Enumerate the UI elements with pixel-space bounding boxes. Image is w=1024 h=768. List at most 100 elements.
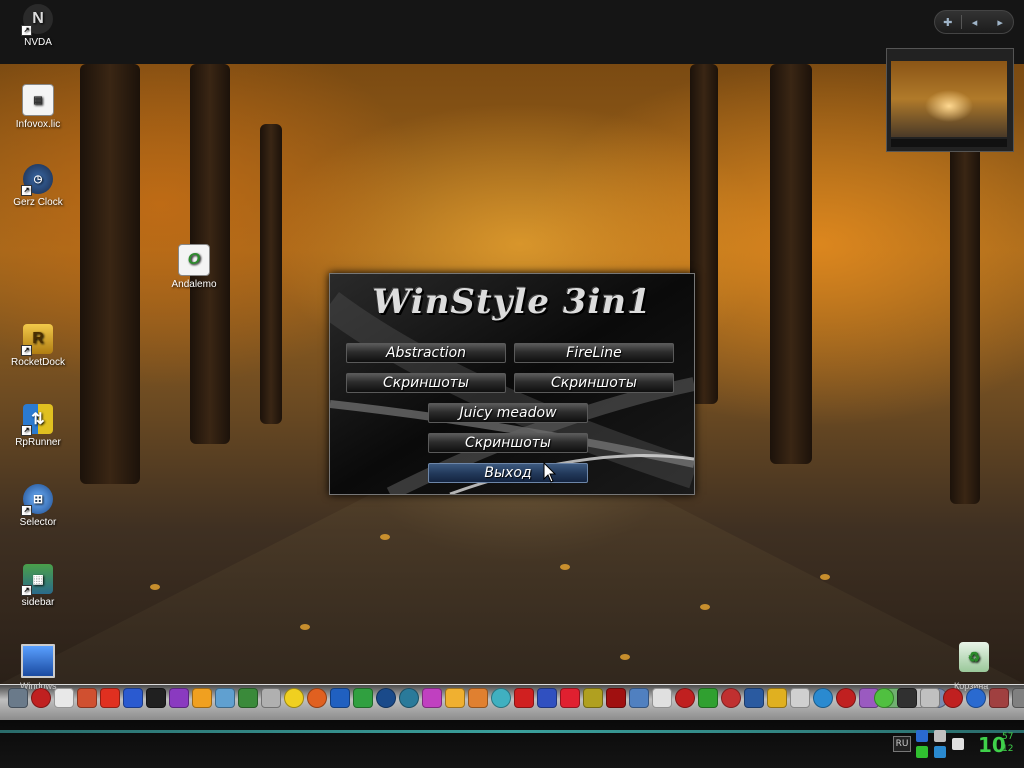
dock-app-icon[interactable] bbox=[491, 688, 511, 708]
desktop-icon-gerz-clock[interactable]: ◷ ↗ Gerz Clock bbox=[6, 164, 70, 208]
preview-image bbox=[891, 61, 1007, 137]
dock-app-icon[interactable] bbox=[989, 688, 1009, 708]
desktop-icon-recycle-bin[interactable]: ♻ bbox=[942, 642, 1006, 675]
leaf bbox=[700, 604, 710, 610]
dock-app-icon[interactable] bbox=[261, 688, 281, 708]
dock-app-icon[interactable] bbox=[836, 688, 856, 708]
dock-app-icon[interactable] bbox=[920, 688, 940, 708]
window-preview-thumbnail[interactable] bbox=[886, 48, 1014, 152]
dock-app-icon[interactable] bbox=[8, 688, 28, 708]
leaf bbox=[150, 584, 160, 590]
dock-icons bbox=[8, 688, 948, 708]
sidebar-icon: ▦ ↗ bbox=[21, 564, 53, 596]
leaf bbox=[560, 564, 570, 570]
andalemo-file-icon: O bbox=[178, 244, 210, 276]
dock-app-icon[interactable] bbox=[192, 688, 212, 708]
dock-app-icon[interactable] bbox=[675, 688, 695, 708]
dock-app-icon[interactable] bbox=[767, 688, 787, 708]
leaf bbox=[300, 624, 310, 630]
nvda-icon: N ↗ bbox=[21, 4, 53, 36]
desktop-icon-monitor[interactable] bbox=[6, 644, 70, 681]
dock-app-icon[interactable] bbox=[560, 688, 580, 708]
desktop-icon-sidebar[interactable]: ▦ ↗ sidebar bbox=[6, 564, 70, 608]
desktop-icon-rprunner[interactable]: ⇅ ↗ RpRunner bbox=[6, 404, 70, 448]
dock-app-icon[interactable] bbox=[100, 688, 120, 708]
dock-app-icon[interactable] bbox=[897, 688, 917, 708]
abstraction-button[interactable]: Abstraction bbox=[346, 343, 506, 363]
desktop-icon-label: sidebar bbox=[21, 597, 55, 608]
dock-app-icon[interactable] bbox=[54, 688, 74, 708]
dock-app-icon[interactable] bbox=[445, 688, 465, 708]
dock-app-icon[interactable] bbox=[943, 688, 963, 708]
chevron-left-icon[interactable]: ◂ bbox=[962, 16, 988, 29]
dock-app-icon[interactable] bbox=[468, 688, 488, 708]
desktop-icon-label: Gerz Clock bbox=[13, 197, 63, 208]
dock-app-icon[interactable] bbox=[514, 688, 534, 708]
dock-app-icon[interactable] bbox=[353, 688, 373, 708]
dock-app-icon[interactable] bbox=[284, 688, 304, 708]
dock-app-icon[interactable] bbox=[238, 688, 258, 708]
desktop-icon-andalemo[interactable]: O Andalemo bbox=[162, 244, 226, 290]
clock-icon: ◷ ↗ bbox=[21, 164, 53, 196]
display-icon[interactable] bbox=[934, 730, 946, 742]
dock-app-icon[interactable] bbox=[966, 688, 986, 708]
license-file-icon: ▤ bbox=[22, 84, 54, 116]
fireline-screenshots-button[interactable]: Скриншоты bbox=[514, 373, 674, 393]
clock-minutes: 57 bbox=[1002, 732, 1014, 742]
network-icon[interactable] bbox=[916, 730, 928, 742]
volume-icon[interactable] bbox=[934, 746, 946, 758]
dialog-title: WinStyle 3in1 bbox=[372, 282, 652, 322]
desktop-icon-nvda[interactable]: N ↗ NVDA bbox=[6, 4, 70, 48]
dock-app-icon[interactable] bbox=[399, 688, 419, 708]
taskbar bbox=[0, 720, 1024, 768]
dock-app-icon[interactable] bbox=[307, 688, 327, 708]
dock-app-icon[interactable] bbox=[721, 688, 741, 708]
dock-app-icon[interactable] bbox=[1012, 688, 1024, 708]
preview-caption-bar bbox=[891, 139, 1007, 147]
abstraction-screenshots-button[interactable]: Скриншоты bbox=[346, 373, 506, 393]
plus-icon[interactable]: ✚ bbox=[935, 16, 961, 29]
dock-app-icon[interactable] bbox=[813, 688, 833, 708]
dock-app-icon[interactable] bbox=[77, 688, 97, 708]
taskbar-stripe bbox=[0, 730, 1024, 733]
clock-seconds: 12 bbox=[1002, 744, 1014, 754]
dock-app-icon[interactable] bbox=[537, 688, 557, 708]
dock-app-icon[interactable] bbox=[583, 688, 603, 708]
dock-app-icon[interactable] bbox=[376, 688, 396, 708]
wallpaper-tree bbox=[770, 64, 812, 464]
dock-app-icon[interactable] bbox=[629, 688, 649, 708]
wifi-icon[interactable] bbox=[916, 746, 928, 758]
fireline-button[interactable]: FireLine bbox=[514, 343, 674, 363]
dock-app-icon[interactable] bbox=[123, 688, 143, 708]
dock-app-icon[interactable] bbox=[652, 688, 672, 708]
language-indicator[interactable]: RU bbox=[893, 736, 911, 752]
dock-app-icon[interactable] bbox=[790, 688, 810, 708]
desktop-icon-selector[interactable]: ⊞ ↗ Selector bbox=[6, 484, 70, 528]
top-bar bbox=[0, 0, 1024, 64]
dock-app-icon[interactable] bbox=[422, 688, 442, 708]
dock-app-icon[interactable] bbox=[215, 688, 235, 708]
leaf bbox=[820, 574, 830, 580]
dock-app-icon[interactable] bbox=[31, 688, 51, 708]
dock-app-icon[interactable] bbox=[874, 688, 894, 708]
tray-app-icon[interactable] bbox=[952, 738, 964, 750]
desktop-icon-label: RocketDock bbox=[11, 357, 65, 368]
rocketdock-icon: R ↗ bbox=[21, 324, 53, 356]
desktop-icon-infovox[interactable]: ▤ Infovox.lic bbox=[6, 84, 70, 130]
desktop-icon-rocketdock[interactable]: R ↗ RocketDock bbox=[6, 324, 70, 368]
leaf bbox=[380, 534, 390, 540]
wallpaper-tree bbox=[80, 64, 140, 484]
dock-app-icon[interactable] bbox=[744, 688, 764, 708]
juicy-screenshots-button[interactable]: Скриншоты bbox=[428, 433, 588, 453]
chevron-right-icon[interactable]: ▸ bbox=[987, 16, 1013, 29]
dock-app-icon[interactable] bbox=[606, 688, 626, 708]
exit-button[interactable]: Выход bbox=[428, 463, 588, 483]
monitor-icon bbox=[21, 644, 55, 678]
desktop-icon-label: Andalemo bbox=[171, 279, 217, 290]
dock-app-icon[interactable] bbox=[169, 688, 189, 708]
dock-app-icon[interactable] bbox=[330, 688, 350, 708]
juicy-meadow-button[interactable]: Juicy meadow bbox=[428, 403, 588, 423]
desktop-icon-label: Infovox.lic bbox=[15, 119, 61, 130]
dock-app-icon[interactable] bbox=[698, 688, 718, 708]
dock-app-icon[interactable] bbox=[146, 688, 166, 708]
